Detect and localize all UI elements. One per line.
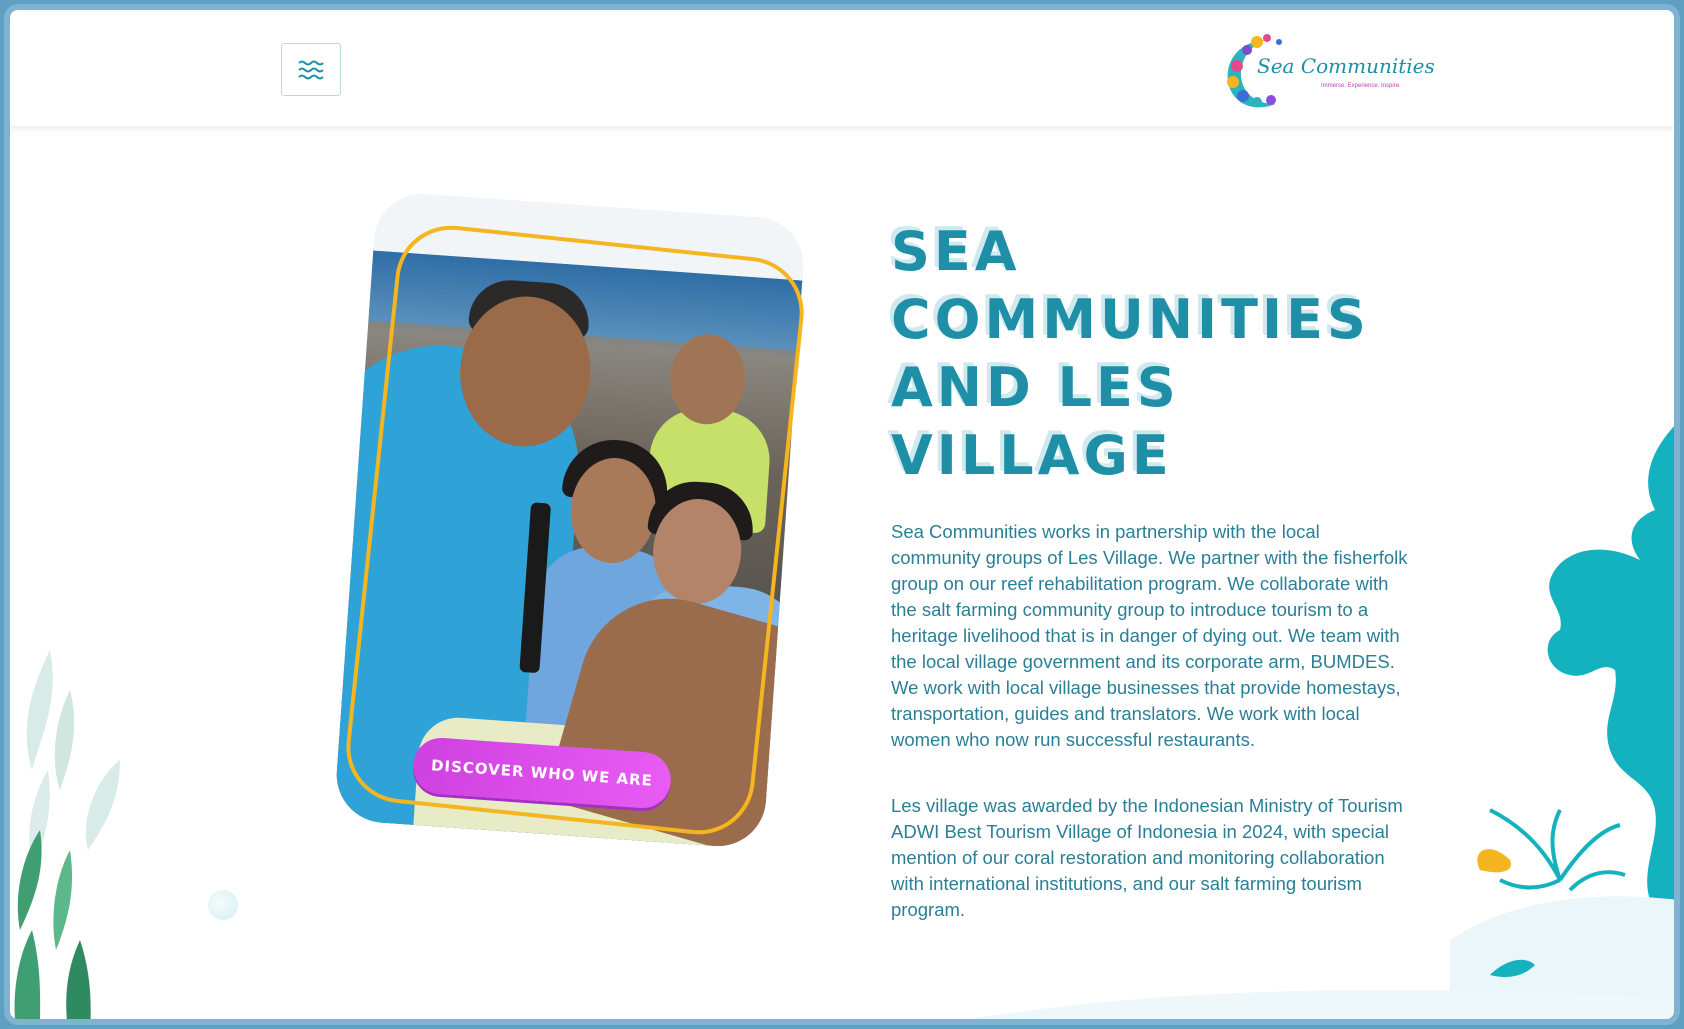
seaweed-decoration: [14, 650, 120, 1019]
site-header: Sea Communities Immerse. Experience. Ins…: [10, 10, 1674, 126]
wave-decoration: [971, 990, 1674, 1019]
coral-decoration: [1450, 426, 1674, 1019]
logo-name[interactable]: Sea Communities: [1257, 54, 1435, 78]
page-title: SEA COMMUNITIES AND LES VILLAGE: [891, 220, 1370, 487]
bubble-decoration: [208, 890, 238, 920]
logo-tagline: Immerse. Experience. Inspire.: [1321, 83, 1401, 89]
intro-paragraph: Sea Communities works in partnership wit…: [891, 521, 1408, 750]
hero-photo-card: Discover who we are: [325, 190, 835, 895]
browser-frame: Sea Communities Immerse. Experience. Ins…: [4, 4, 1680, 1025]
award-paragraph: Les village was awarded by the Indonesia…: [891, 795, 1403, 920]
discover-button-label: Discover who we are: [430, 756, 654, 790]
menu-button[interactable]: [281, 43, 341, 96]
waves-menu-icon: [298, 60, 324, 79]
